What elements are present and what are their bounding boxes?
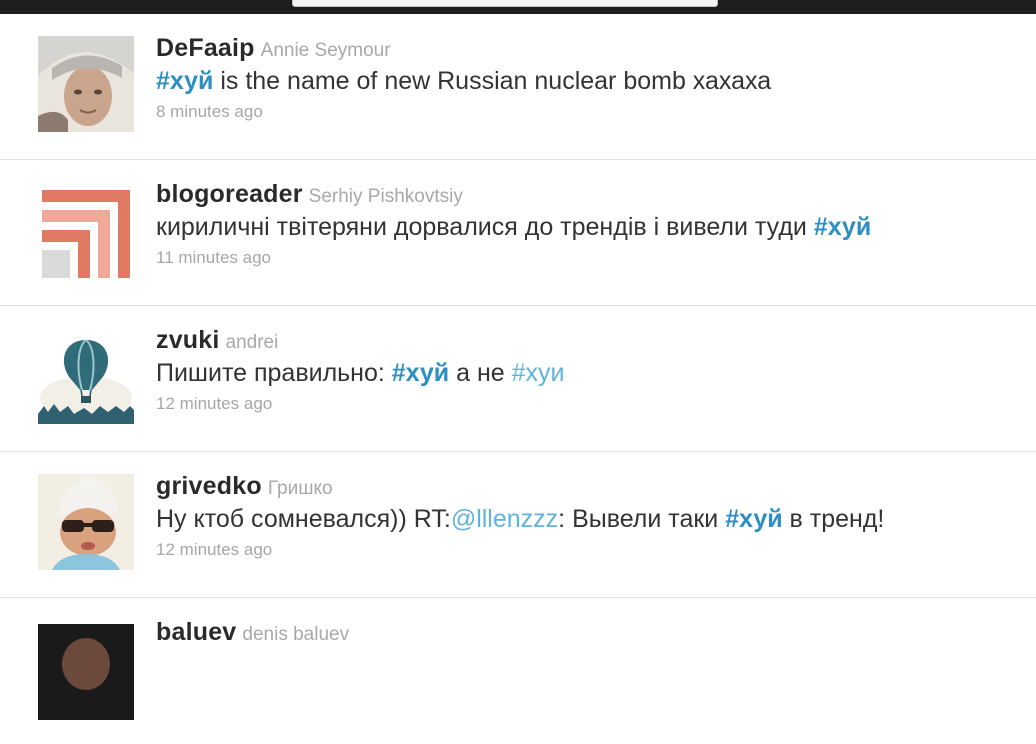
tweet-timestamp-link[interactable]: 12 minutes ago: [156, 390, 1026, 418]
hashtag-link[interactable]: #хуй: [392, 359, 449, 387]
avatar[interactable]: [38, 328, 134, 424]
tweet-text: Пишите правильно: #хуй а не #хуи: [156, 356, 1026, 390]
tweet-item: zvuki andrei Пишите правильно: #хуй а не …: [0, 306, 1036, 452]
rss-feed-icon: [38, 182, 134, 278]
tweet-text: Ну ктоб сомневался)) RT:@lllenzzz: Вывел…: [156, 502, 1026, 536]
tweet-timestamp-link[interactable]: 8 minutes ago: [156, 98, 1026, 126]
tweet-content: baluev denis baluev: [156, 616, 1026, 648]
avatar-photo-icon: [38, 474, 134, 570]
tweet-item: DeFaaip Annie Seymour #хуй is the name of…: [0, 14, 1036, 160]
avatar[interactable]: [38, 182, 134, 278]
avatar-photo-icon: [38, 36, 134, 132]
tweet-item: grivedko Гришко Ну ктоб сомневался)) RT:@…: [0, 452, 1036, 598]
tweet-text-segment: Ну ктоб сомневался)) RT:: [156, 505, 451, 533]
tweet-text-segment: а не: [449, 359, 512, 387]
tweet-text-segment: : Вывели таки: [558, 505, 726, 533]
tweet-text-segment: в тренд!: [782, 505, 885, 533]
tweet-text-segment: is the name of new Russian nuclear bomb …: [213, 67, 772, 95]
screen-name-link[interactable]: zvuki: [156, 326, 220, 354]
tweet-text-segment: кириличні твітеряни дорвалися до трендів…: [156, 213, 814, 241]
hot-air-balloon-icon: [38, 328, 134, 424]
screen-name-link[interactable]: DeFaaip: [156, 34, 255, 62]
tweet-item: baluev denis baluev: [0, 598, 1036, 744]
hashtag-link[interactable]: #хуй: [156, 67, 213, 95]
full-name: Гришко: [267, 478, 333, 499]
hashtag-link[interactable]: #хуи: [512, 359, 565, 387]
tweet-content: DeFaaip Annie Seymour #хуй is the name of…: [156, 32, 1026, 126]
tweet-item: blogoreader Serhiy Pishkovtsiy кириличні …: [0, 160, 1036, 306]
tweet-text: кириличні твітеряни дорвалися до трендів…: [156, 210, 1026, 244]
hashtag-link[interactable]: #хуй: [814, 213, 871, 241]
screen-name-link[interactable]: blogoreader: [156, 180, 303, 208]
avatar-photo-icon: [38, 624, 134, 720]
mention-link[interactable]: @lllenzzz: [451, 505, 558, 533]
top-bar: [0, 0, 1036, 14]
tweet-content: grivedko Гришко Ну ктоб сомневался)) RT:@…: [156, 470, 1026, 564]
search-input[interactable]: [292, 0, 718, 7]
full-name: Serhiy Pishkovtsiy: [308, 186, 463, 207]
tweet-text-segment: Пишите правильно:: [156, 359, 392, 387]
tweet-content: zvuki andrei Пишите правильно: #хуй а не …: [156, 324, 1026, 418]
tweet-timestamp-link[interactable]: 12 minutes ago: [156, 536, 1026, 564]
screen-name-link[interactable]: baluev: [156, 618, 236, 646]
full-name: andrei: [225, 332, 279, 353]
avatar[interactable]: [38, 474, 134, 570]
avatar[interactable]: [38, 36, 134, 132]
full-name: denis baluev: [242, 624, 350, 645]
tweet-content: blogoreader Serhiy Pishkovtsiy кириличні …: [156, 178, 1026, 272]
tweet-timestamp-link[interactable]: 11 minutes ago: [156, 244, 1026, 272]
tweet-text: #хуй is the name of new Russian nuclear …: [156, 64, 1026, 98]
hashtag-link[interactable]: #хуй: [725, 505, 782, 533]
full-name: Annie Seymour: [260, 40, 391, 61]
avatar[interactable]: [38, 624, 134, 720]
screen-name-link[interactable]: grivedko: [156, 472, 262, 500]
